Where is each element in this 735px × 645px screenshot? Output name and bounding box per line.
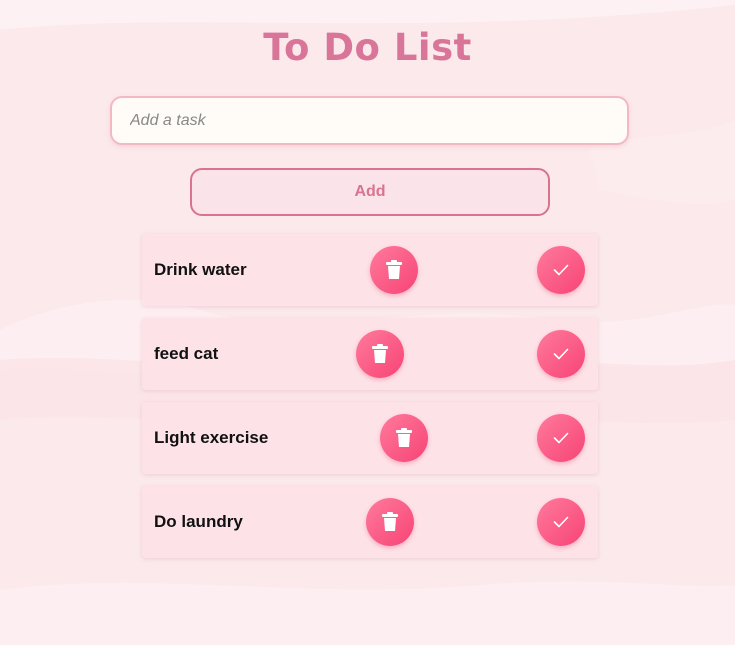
todo-text: Do laundry	[154, 512, 243, 531]
complete-button[interactable]	[537, 330, 585, 378]
app-container: To Do List Add Drink water feed cat	[0, 0, 735, 645]
task-input[interactable]	[110, 96, 629, 145]
delete-button[interactable]	[366, 498, 414, 546]
checkmark-icon	[553, 264, 569, 276]
todo-item: Light exercise	[142, 402, 598, 474]
trash-icon	[395, 428, 413, 448]
add-button[interactable]: Add	[190, 168, 550, 216]
checkmark-icon	[553, 432, 569, 444]
delete-button[interactable]	[380, 414, 428, 462]
delete-button[interactable]	[370, 246, 418, 294]
todo-item: Do laundry	[142, 486, 598, 558]
page-title: To Do List	[263, 26, 472, 69]
todo-item: feed cat	[142, 318, 598, 390]
complete-button[interactable]	[537, 498, 585, 546]
todo-text: feed cat	[154, 344, 219, 363]
trash-icon	[385, 260, 403, 280]
todo-text: Drink water	[154, 260, 247, 279]
todo-text: Light exercise	[154, 428, 269, 447]
checkmark-icon	[553, 348, 569, 360]
checkmark-icon	[553, 516, 569, 528]
todo-list: Drink water feed cat Light exercise Do l…	[142, 234, 598, 570]
complete-button[interactable]	[537, 246, 585, 294]
trash-icon	[381, 512, 399, 532]
complete-button[interactable]	[537, 414, 585, 462]
trash-icon	[371, 344, 389, 364]
todo-item: Drink water	[142, 234, 598, 306]
delete-button[interactable]	[356, 330, 404, 378]
